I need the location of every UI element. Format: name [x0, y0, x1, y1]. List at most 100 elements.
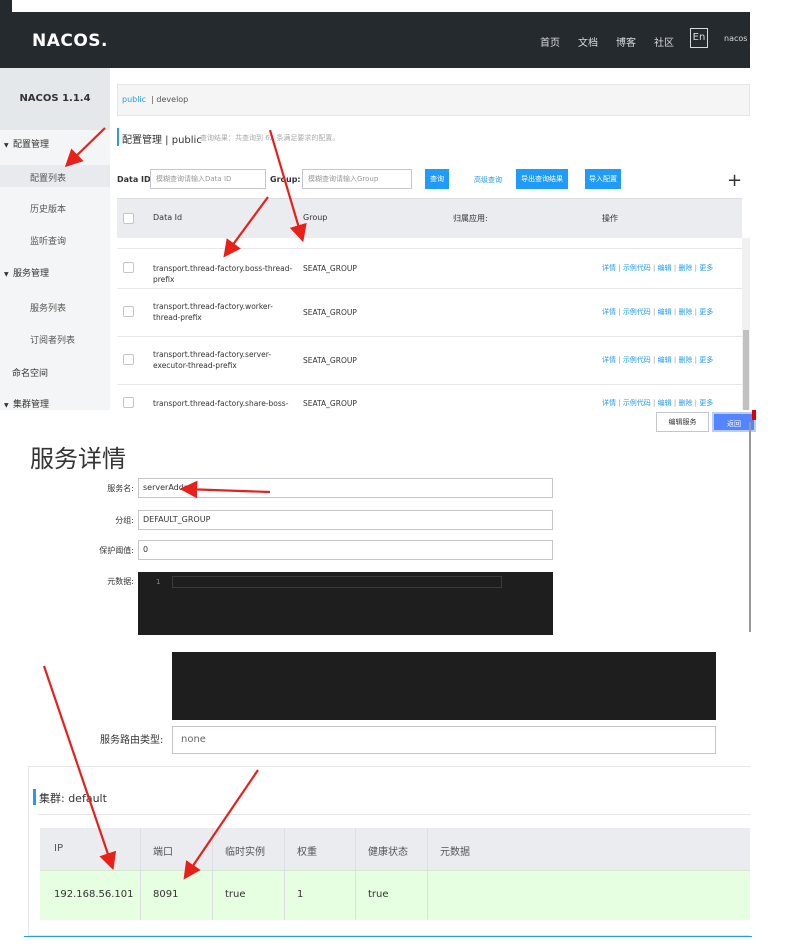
column-separator — [140, 828, 141, 920]
add-config-button[interactable]: + — [727, 170, 742, 191]
more-link[interactable]: 更多 — [699, 308, 713, 316]
editor-current-line — [172, 576, 502, 588]
namespace-breadcrumb: public | develop — [117, 84, 750, 116]
row-data-id: transport.thread-factory.worker-thread-p… — [153, 302, 273, 322]
col-header-app: 归属应用: — [453, 214, 488, 223]
detail-link[interactable]: 详情 — [602, 399, 616, 407]
nav-blog[interactable]: 博客 — [616, 34, 636, 49]
scrollbar-thumb[interactable] — [743, 330, 749, 410]
nav-home[interactable]: 首页 — [540, 34, 560, 49]
row-group: SEATA_GROUP — [303, 308, 357, 317]
advanced-query-link[interactable]: 高级查询 — [474, 175, 502, 185]
sample-code-link[interactable]: 示例代码 — [623, 308, 651, 316]
nav-community[interactable]: 社区 — [654, 34, 674, 49]
version-label: NACOS 1.1.4 — [0, 68, 110, 130]
sidebar-item-namespace[interactable]: 命名空间 — [12, 366, 122, 379]
instance-ephemeral: true — [225, 889, 246, 900]
route-type-input[interactable]: none — [172, 726, 716, 754]
protect-threshold-label: 保护阈值: — [99, 546, 134, 555]
col-header-ip: IP — [54, 843, 63, 854]
column-separator — [284, 828, 285, 920]
instance-port: 8091 — [153, 889, 179, 900]
language-toggle-button[interactable]: En — [690, 28, 708, 48]
more-link[interactable]: 更多 — [699, 399, 713, 407]
nacos-logo[interactable]: NACOS. — [32, 31, 108, 51]
detail-link[interactable]: 详情 — [602, 308, 616, 316]
data-id-input[interactable]: 模糊查询请输入Data ID — [150, 169, 266, 189]
edit-service-button[interactable]: 编辑服务 — [656, 412, 709, 432]
delete-link[interactable]: 删除 — [678, 356, 692, 364]
instance-healthy: true — [368, 889, 389, 900]
data-id-label: Data ID: — [117, 175, 154, 184]
config-table-header — [117, 198, 742, 238]
more-link[interactable]: 更多 — [699, 356, 713, 364]
sidebar-group-cluster[interactable]: ▼ 集群管理 — [4, 397, 114, 410]
user-menu[interactable]: nacos — [724, 34, 747, 43]
instance-ip: 192.168.56.101 — [54, 889, 134, 900]
row-group: SEATA_GROUP — [303, 399, 357, 408]
import-config-button[interactable]: 导入配置 — [585, 169, 621, 189]
query-button[interactable]: 查询 — [425, 169, 449, 189]
row-checkbox[interactable] — [123, 354, 134, 365]
sidebar-group-service[interactable]: ▼ 服务管理 — [4, 266, 114, 279]
col-header-port: 端口 — [153, 847, 173, 858]
export-results-button[interactable]: 导出查询结果 — [516, 169, 568, 189]
col-header-metadata: 元数据 — [440, 847, 470, 858]
edit-link[interactable]: 编辑 — [658, 264, 672, 272]
sample-code-link[interactable]: 示例代码 — [623, 264, 651, 272]
row-checkbox[interactable] — [123, 397, 134, 408]
detail-link[interactable]: 详情 — [602, 356, 616, 364]
group-input[interactable]: DEFAULT_GROUP — [138, 510, 553, 530]
column-separator — [212, 828, 213, 920]
service-name-label: 服务名: — [107, 484, 134, 493]
sidebar-group-config[interactable]: ▼ 配置管理 — [4, 137, 114, 150]
title-accent-bar — [117, 128, 119, 146]
config-management-panel: NACOS. 首页 文档 博客 社区 En nacos NACOS 1.1.4 … — [0, 0, 750, 410]
protect-threshold-input[interactable]: 0 — [138, 540, 553, 560]
namespace-public-link[interactable]: public — [122, 95, 146, 104]
col-header-healthy: 健康状态 — [368, 847, 408, 858]
row-checkbox[interactable] — [123, 306, 134, 317]
group-label: 分组: — [115, 516, 134, 525]
delete-link[interactable]: 删除 — [678, 264, 692, 272]
row-actions: 详情 | 示例代码 | 编辑 | 删除 | 更多 — [602, 399, 714, 407]
group-input[interactable]: 模糊查询请输入Group — [302, 169, 412, 189]
edit-link[interactable]: 编辑 — [658, 399, 672, 407]
row-group: SEATA_GROUP — [303, 356, 357, 365]
caret-down-icon: ▼ — [4, 142, 9, 149]
row-checkbox[interactable] — [123, 262, 134, 273]
editor-line-number: 1 — [156, 578, 161, 586]
sample-code-link[interactable]: 示例代码 — [623, 356, 651, 364]
instance-row — [40, 870, 750, 920]
row-data-id: transport.thread-factory.boss-thread-pre… — [153, 264, 293, 284]
service-detail-title: 服务详情 — [30, 445, 126, 473]
metadata-label: 元数据: — [107, 577, 134, 586]
query-result-summary: 查询结果：共查询到 62 条满足要求的配置。 — [200, 134, 340, 142]
select-all-checkbox[interactable] — [123, 213, 134, 224]
nav-docs[interactable]: 文档 — [578, 34, 598, 49]
metadata-code-editor[interactable]: 1 — [138, 572, 553, 635]
red-edge-mark — [752, 410, 756, 420]
row-data-id: transport.thread-factory.server-executor… — [153, 350, 272, 370]
detail-link[interactable]: 详情 — [602, 264, 616, 272]
column-separator — [427, 828, 428, 920]
service-name-input[interactable]: serverAddr — [138, 478, 553, 498]
column-separator — [355, 828, 356, 920]
col-header-data-id[interactable]: Data Id — [153, 213, 182, 222]
sample-code-link[interactable]: 示例代码 — [623, 399, 651, 407]
edit-link[interactable]: 编辑 — [658, 356, 672, 364]
instance-weight: 1 — [297, 889, 304, 900]
more-link[interactable]: 更多 — [699, 264, 713, 272]
window-corner — [0, 0, 12, 12]
top-navbar: NACOS. 首页 文档 博客 社区 En nacos — [0, 12, 750, 68]
delete-link[interactable]: 删除 — [678, 399, 692, 407]
panel-right-border — [749, 422, 751, 632]
metadata-code-editor[interactable] — [172, 652, 716, 720]
delete-link[interactable]: 删除 — [678, 308, 692, 316]
namespace-develop-link[interactable]: | develop — [151, 95, 188, 104]
row-actions: 详情 | 示例代码 | 编辑 | 删除 | 更多 — [602, 356, 714, 364]
col-header-group[interactable]: Group — [303, 213, 327, 222]
cluster-title: 集群: default — [39, 792, 107, 805]
edit-link[interactable]: 编辑 — [658, 308, 672, 316]
row-group: SEATA_GROUP — [303, 264, 357, 273]
